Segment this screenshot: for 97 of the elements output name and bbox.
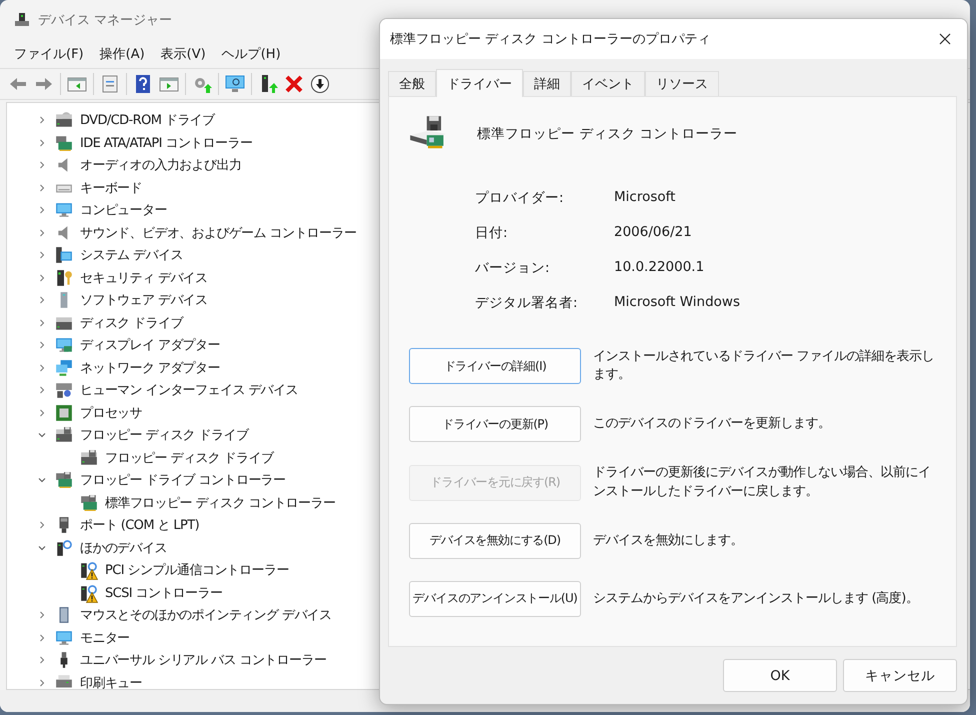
dialog-button[interactable]: OK <box>723 659 837 692</box>
chevron-icon[interactable] <box>37 678 47 688</box>
chevron-icon[interactable] <box>37 160 47 170</box>
chevron-icon[interactable] <box>37 138 47 148</box>
tab[interactable]: リソース <box>645 71 719 96</box>
network-icon <box>55 358 73 377</box>
tree-item[interactable]: プロセッサ <box>80 404 142 422</box>
tree-item[interactable]: ヒューマン インターフェイス デバイス <box>80 381 298 400</box>
tree-item[interactable]: SCSI コントローラー <box>105 584 222 602</box>
tree-item[interactable]: ディスプレイ アダプター <box>80 336 220 354</box>
chevron-icon[interactable] <box>37 362 47 373</box>
tree-item[interactable]: キーボード <box>80 178 142 197</box>
circuit-card-icon <box>55 471 73 490</box>
chevron-icon[interactable] <box>37 408 47 418</box>
action-description: デバイスを無効にします。 <box>593 532 744 550</box>
monitor-icon <box>55 201 73 220</box>
tree-item[interactable]: フロッピー ドライブ コントローラー <box>80 471 286 490</box>
chevron-icon[interactable] <box>37 228 47 238</box>
tree-item[interactable]: PCI シンプル通信コントローラー <box>105 561 289 580</box>
field-label: 日付: <box>475 224 509 242</box>
action-description: システムからデバイスをアンインストールします (高度)。 <box>593 590 920 608</box>
field-label: プロバイダー: <box>475 189 565 207</box>
action-button[interactable]: デバイスを無効にする(D) <box>409 522 581 559</box>
tree-item[interactable]: フロッピー ディスク ドライブ <box>105 448 274 467</box>
tree-item[interactable]: オーディオの入力および出力 <box>80 156 242 174</box>
menu-item[interactable]: ファイル(F) <box>6 45 92 63</box>
chevron-icon[interactable] <box>37 385 47 396</box>
field-label: デジタル署名者: <box>475 294 579 312</box>
delete-icon[interactable] <box>284 74 304 94</box>
tree-item[interactable]: モニター <box>80 628 130 647</box>
tree-item[interactable]: セキュリティ デバイス <box>80 268 208 287</box>
chevron-icon[interactable] <box>37 115 47 126</box>
circuit-card-icon <box>55 134 73 152</box>
tree-item[interactable]: ユニバーサル シリアル バス コントローラー <box>80 651 326 670</box>
floppy-drive-icon <box>55 426 73 444</box>
circuit-card-icon <box>80 494 98 512</box>
chevron-icon[interactable] <box>37 520 47 530</box>
dialog-button[interactable]: キャンセル <box>843 659 957 692</box>
tree-item[interactable]: コンピューター <box>80 201 167 220</box>
menu-item[interactable]: 操作(A) <box>92 45 153 63</box>
chevron-icon[interactable] <box>37 655 47 666</box>
key-icon <box>55 268 73 287</box>
field-value: 10.0.22000.1 <box>614 259 706 277</box>
tree-item[interactable]: サウンド、ビデオ、およびゲーム コントローラー <box>80 224 356 242</box>
floppy-drive-icon <box>80 448 98 467</box>
menu-item[interactable]: 表示(V) <box>152 45 214 63</box>
dialog-title: 標準フロッピー ディスク コントローラーのプロパティ <box>390 31 710 48</box>
download-icon[interactable] <box>310 74 330 94</box>
chevron-icon[interactable] <box>37 182 47 193</box>
field-label: バージョン: <box>475 259 551 277</box>
chevron-icon[interactable] <box>37 610 47 620</box>
action-description: このデバイスのドライバーを更新します。 <box>593 415 832 434</box>
tree-item[interactable]: DVD/CD-ROM ドライブ <box>80 111 214 130</box>
device-name: 標準フロッピー ディスク コントローラー <box>477 125 738 143</box>
chevron-icon[interactable] <box>37 205 47 216</box>
properties-icon[interactable] <box>100 74 120 94</box>
monitor-search-icon[interactable] <box>225 74 245 94</box>
tab[interactable]: ドライバー <box>436 69 523 97</box>
tab[interactable]: イベント <box>571 71 645 96</box>
tree-item[interactable]: マウスとそのほかのポインティング デバイス <box>80 606 332 624</box>
action-button[interactable]: デバイスのアンインストール(U) <box>409 580 581 617</box>
tree-item[interactable]: ディスク ドライブ <box>80 314 183 332</box>
monitor-icon <box>55 336 73 354</box>
action-button[interactable]: ドライバーの詳細(I) <box>409 348 581 384</box>
field-value: Microsoft Windows <box>614 294 741 312</box>
chevron-icon[interactable] <box>37 295 47 306</box>
tree-item[interactable]: ネットワーク アダプター <box>80 358 220 377</box>
tree-item[interactable]: フロッピー ディスク ドライブ <box>80 426 248 444</box>
tree-item[interactable]: 標準フロッピー ディスク コントローラー <box>105 494 336 512</box>
disc-drive-icon <box>55 111 73 130</box>
unknown-device-icon <box>55 538 73 557</box>
tree-item[interactable]: 印刷キュー <box>80 674 142 689</box>
tree-item[interactable]: システム デバイス <box>80 246 183 264</box>
tab[interactable]: 詳細 <box>523 71 571 96</box>
chevron-icon[interactable] <box>37 318 47 328</box>
tab[interactable]: 全般 <box>388 71 436 96</box>
field-value: Microsoft <box>614 189 676 207</box>
close-icon[interactable] <box>939 33 951 45</box>
chevron-icon[interactable] <box>37 632 47 643</box>
chevron-icon[interactable] <box>37 340 47 350</box>
menu-item[interactable]: ヘルプ(H) <box>214 45 289 63</box>
action-description: インストールされているドライバー ファイルの詳細を表示します。 <box>593 348 936 384</box>
field-value: 2006/06/21 <box>614 224 693 242</box>
tree-item[interactable]: ほかのデバイス <box>80 538 167 557</box>
computer-icon <box>55 246 73 264</box>
device-manager-icon <box>14 12 30 28</box>
tree-item[interactable]: IDE ATA/ATAPI コントローラー <box>80 134 252 152</box>
tree-item[interactable]: ソフトウェア デバイス <box>80 291 208 310</box>
monitor-icon <box>55 628 73 647</box>
help-icon[interactable] <box>133 74 153 94</box>
action-button[interactable]: ドライバーの更新(P) <box>409 406 581 442</box>
chevron-icon[interactable] <box>37 272 47 283</box>
chip-icon <box>55 404 73 422</box>
chevron-icon[interactable] <box>37 250 47 260</box>
action-description: ドライバーの更新後にデバイスが動作しない場合、以前にインストールしたドライバーに戻します。 <box>593 464 932 501</box>
tree-item[interactable]: ポート (COM と LPT) <box>80 516 200 534</box>
window-title: デバイス マネージャー <box>38 12 172 29</box>
